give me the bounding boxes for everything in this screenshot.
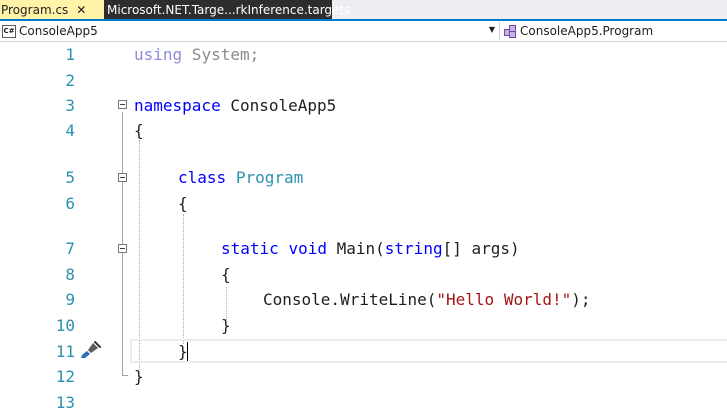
- tab-program-cs[interactable]: Program.cs ✕: [0, 0, 104, 19]
- tab-label: Microsoft.NET.Targe...rkInference.target…: [107, 2, 351, 17]
- code-line[interactable]: 6 {: [0, 191, 727, 216]
- code-text[interactable]: class Program: [178, 165, 303, 190]
- line-number: 3: [65, 96, 75, 115]
- code-text[interactable]: using System;: [134, 42, 259, 67]
- keyword: void: [288, 239, 327, 258]
- code-line[interactable]: 4 {: [0, 118, 727, 143]
- navigation-bar: C# ConsoleApp5 ▼ ConsoleApp5.Program: [0, 21, 727, 42]
- code-line[interactable]: 2: [0, 68, 727, 93]
- line-number: 8: [65, 265, 75, 284]
- identifier: ConsoleApp5: [220, 96, 337, 115]
- code-text[interactable]: static void Main(string[] args): [221, 236, 520, 261]
- type-dropdown[interactable]: ConsoleApp5.Program: [504, 22, 653, 40]
- code-line[interactable]: 5 class Program: [0, 165, 727, 190]
- document-tab-strip: Program.cs ✕ Microsoft.NET.Targe...rkInf…: [0, 0, 727, 21]
- type-name: Program: [235, 168, 304, 187]
- code-text[interactable]: }: [221, 313, 231, 338]
- code-line[interactable]: 8 {: [0, 262, 727, 287]
- line-number: 7: [65, 239, 75, 258]
- identifier: Console.WriteLine(: [263, 290, 437, 309]
- line-number: 13: [55, 393, 75, 412]
- paintbrush-icon[interactable]: [79, 341, 101, 359]
- csharp-project-icon: C#: [2, 24, 16, 38]
- tab-label: Program.cs: [1, 2, 69, 17]
- code-line[interactable]: 9 Console.WriteLine("Hello World!");: [0, 287, 727, 312]
- line-number: 12: [55, 367, 75, 386]
- parameters: [] args): [442, 239, 520, 258]
- code-text[interactable]: {: [221, 262, 231, 287]
- close-icon[interactable]: ✕: [76, 3, 86, 17]
- method-name: Main(: [336, 239, 385, 258]
- code-line[interactable]: 11 }: [0, 339, 727, 364]
- code-line[interactable]: 10 }: [0, 313, 727, 338]
- code-line[interactable]: 1 using System;: [0, 42, 727, 67]
- line-number: 9: [65, 290, 75, 309]
- string-literal: "Hello World!": [436, 290, 572, 309]
- punctuation: );: [571, 290, 591, 309]
- project-dropdown[interactable]: C# ConsoleApp5 ▼: [0, 22, 500, 40]
- keyword: string: [384, 239, 443, 258]
- keyword: namespace: [134, 96, 221, 115]
- identifier: System;: [182, 45, 260, 64]
- code-line[interactable]: 12 }: [0, 364, 727, 389]
- line-number: 1: [65, 45, 75, 64]
- code-line[interactable]: 3 namespace ConsoleApp5: [0, 93, 727, 118]
- class-path: ConsoleApp5.Program: [520, 24, 654, 38]
- code-text[interactable]: {: [134, 118, 144, 143]
- tab-targets-file[interactable]: Microsoft.NET.Targe...rkInference.target…: [104, 0, 350, 19]
- line-number: 5: [65, 168, 75, 187]
- code-text[interactable]: namespace ConsoleApp5: [134, 93, 336, 118]
- line-number: 2: [65, 71, 75, 90]
- keyword: class: [178, 168, 227, 187]
- chevron-down-icon[interactable]: ▼: [489, 25, 495, 34]
- project-name: ConsoleApp5: [19, 24, 98, 38]
- line-number: 11: [55, 342, 75, 361]
- class-icon: [504, 25, 516, 38]
- keyword: using: [134, 45, 183, 64]
- line-number: 4: [65, 121, 75, 140]
- code-text[interactable]: {: [178, 191, 188, 216]
- keyword: static: [221, 239, 279, 258]
- line-number: 10: [55, 316, 75, 335]
- code-text[interactable]: Console.WriteLine("Hello World!");: [263, 287, 591, 312]
- code-line[interactable]: 13: [0, 390, 727, 415]
- line-number: 6: [65, 194, 75, 213]
- text-caret: [187, 342, 188, 361]
- code-line[interactable]: 7 static void Main(string[] args): [0, 236, 727, 261]
- code-text[interactable]: }: [134, 364, 144, 389]
- code-editor[interactable]: 1 using System; 2 3 namespace ConsoleApp…: [0, 42, 727, 412]
